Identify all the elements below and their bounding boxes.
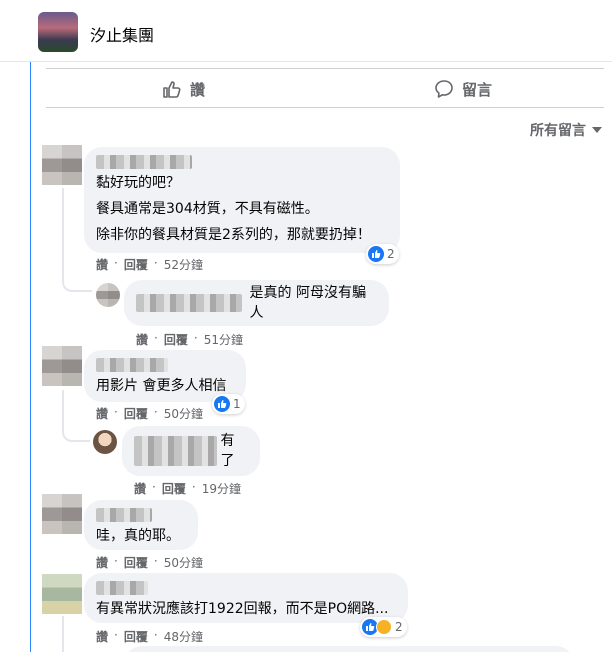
like-link[interactable]: 讚 [96,256,108,273]
reply-link[interactable]: 回覆 [124,405,148,422]
haha-reaction-icon [376,619,392,635]
reaction-count-badge[interactable]: 1 [212,394,245,414]
reply-bubble-partial [124,646,574,652]
reply-thread-connector [62,616,64,652]
reaction-count: 2 [387,247,395,261]
replier-name-blurred[interactable] [136,294,242,312]
comment-meta: 讚 · 回覆 · 50分鐘 [96,554,203,571]
reaction-count-badge[interactable]: 2 [366,244,399,264]
commenter-name-blurred[interactable] [96,581,148,595]
like-link[interactable]: 讚 [96,554,108,571]
page: 汐止集團 讚 留言 所有留言 黏好玩的吧？ 餐具通常是304材質，不具有磁性。 … [0,0,612,652]
reply-thread-connector [62,390,90,442]
like-action-button[interactable]: 讚 [162,69,205,109]
like-link[interactable]: 讚 [136,331,148,348]
replier-name-blurred[interactable] [134,436,217,466]
reply-link[interactable]: 回覆 [164,331,188,348]
group-header: 汐止集團 [0,0,612,62]
comment-time[interactable]: 48分鐘 [164,628,203,645]
reply-time[interactable]: 51分鐘 [204,331,243,348]
comment-meta: 讚 · 回覆 · 48分鐘 [96,628,203,645]
reply-meta: 讚 · 回覆 · 51分鐘 [136,331,243,348]
reaction-count: 1 [233,397,241,411]
like-action-label: 讚 [190,80,206,99]
reply-bubble: 是真的 阿母沒有騙人 [124,280,389,326]
reply-text: 是真的 阿母沒有騙人 [249,285,366,321]
comment-sort-dropdown[interactable]: 所有留言 [530,120,602,140]
commenter-avatar[interactable] [42,346,82,386]
comment-time[interactable]: 50分鐘 [164,554,203,571]
like-reaction-icon [368,246,384,262]
comment-bubble: 哇，真的耶。 [84,500,198,550]
comment-time[interactable]: 50分鐘 [164,405,203,422]
reaction-count: 2 [395,620,403,634]
like-link[interactable]: 讚 [96,628,108,645]
commenter-name-blurred[interactable] [96,508,152,522]
reaction-count-badge[interactable]: 2 [360,617,407,637]
reply-link[interactable]: 回覆 [162,480,186,497]
caret-down-icon [592,127,602,133]
comment-line: 除非你的餐具材質是2系列的，那就要扔掉！ [96,227,371,243]
like-reaction-icon [214,396,230,412]
reply-link[interactable]: 回覆 [124,256,148,273]
commenter-name-blurred[interactable] [96,155,192,169]
like-link[interactable]: 讚 [134,480,146,497]
commenter-avatar[interactable] [42,494,82,534]
reply-meta: 讚 · 回覆 · 19分鐘 [134,480,241,497]
reply-time[interactable]: 19分鐘 [202,480,241,497]
comment-text: 用影片 會更多人相信 [96,378,227,394]
comment-action-label: 留言 [462,80,493,99]
comment-bubble: 有異常狀況應該打1922回報，而不是PO網路... [84,573,408,623]
group-name[interactable]: 汐止集團 [90,22,154,46]
reply-bubble: 有了 [122,426,260,476]
reply-text: 有了 [220,433,235,469]
post-actions-bar: 讚 留言 [46,68,604,108]
thumbs-up-icon [163,81,181,98]
replier-avatar[interactable] [93,430,117,454]
comment-meta: 讚 · 回覆 · 52分鐘 [96,256,203,273]
comment-text: 哇，真的耶。 [96,528,180,544]
comment-bubble: 黏好玩的吧？ 餐具通常是304材質，不具有磁性。 除非你的餐具材質是2系列的，那… [84,147,400,253]
replier-avatar[interactable] [96,283,120,307]
reply-thread-connector [62,188,92,292]
speech-bubble-icon [435,80,453,98]
comment-text: 有異常狀況應該打1922回報，而不是PO網路... [96,601,389,617]
reply-link[interactable]: 回覆 [124,628,148,645]
reply-link[interactable]: 回覆 [124,554,148,571]
commenter-name-blurred[interactable] [96,358,168,372]
group-avatar[interactable] [38,12,78,52]
commenter-avatar[interactable] [42,145,82,185]
feed-highlight-line [30,62,31,652]
commenter-avatar[interactable] [42,574,82,614]
comment-action-button[interactable]: 留言 [434,69,492,109]
comment-line: 黏好玩的吧？ [96,175,180,191]
comment-meta: 讚 · 回覆 · 50分鐘 [96,405,203,422]
comment-line: 餐具通常是304材質，不具有磁性。 [96,201,319,217]
like-link[interactable]: 讚 [96,405,108,422]
comment-time[interactable]: 52分鐘 [164,256,203,273]
comment-sort-label: 所有留言 [530,123,586,139]
